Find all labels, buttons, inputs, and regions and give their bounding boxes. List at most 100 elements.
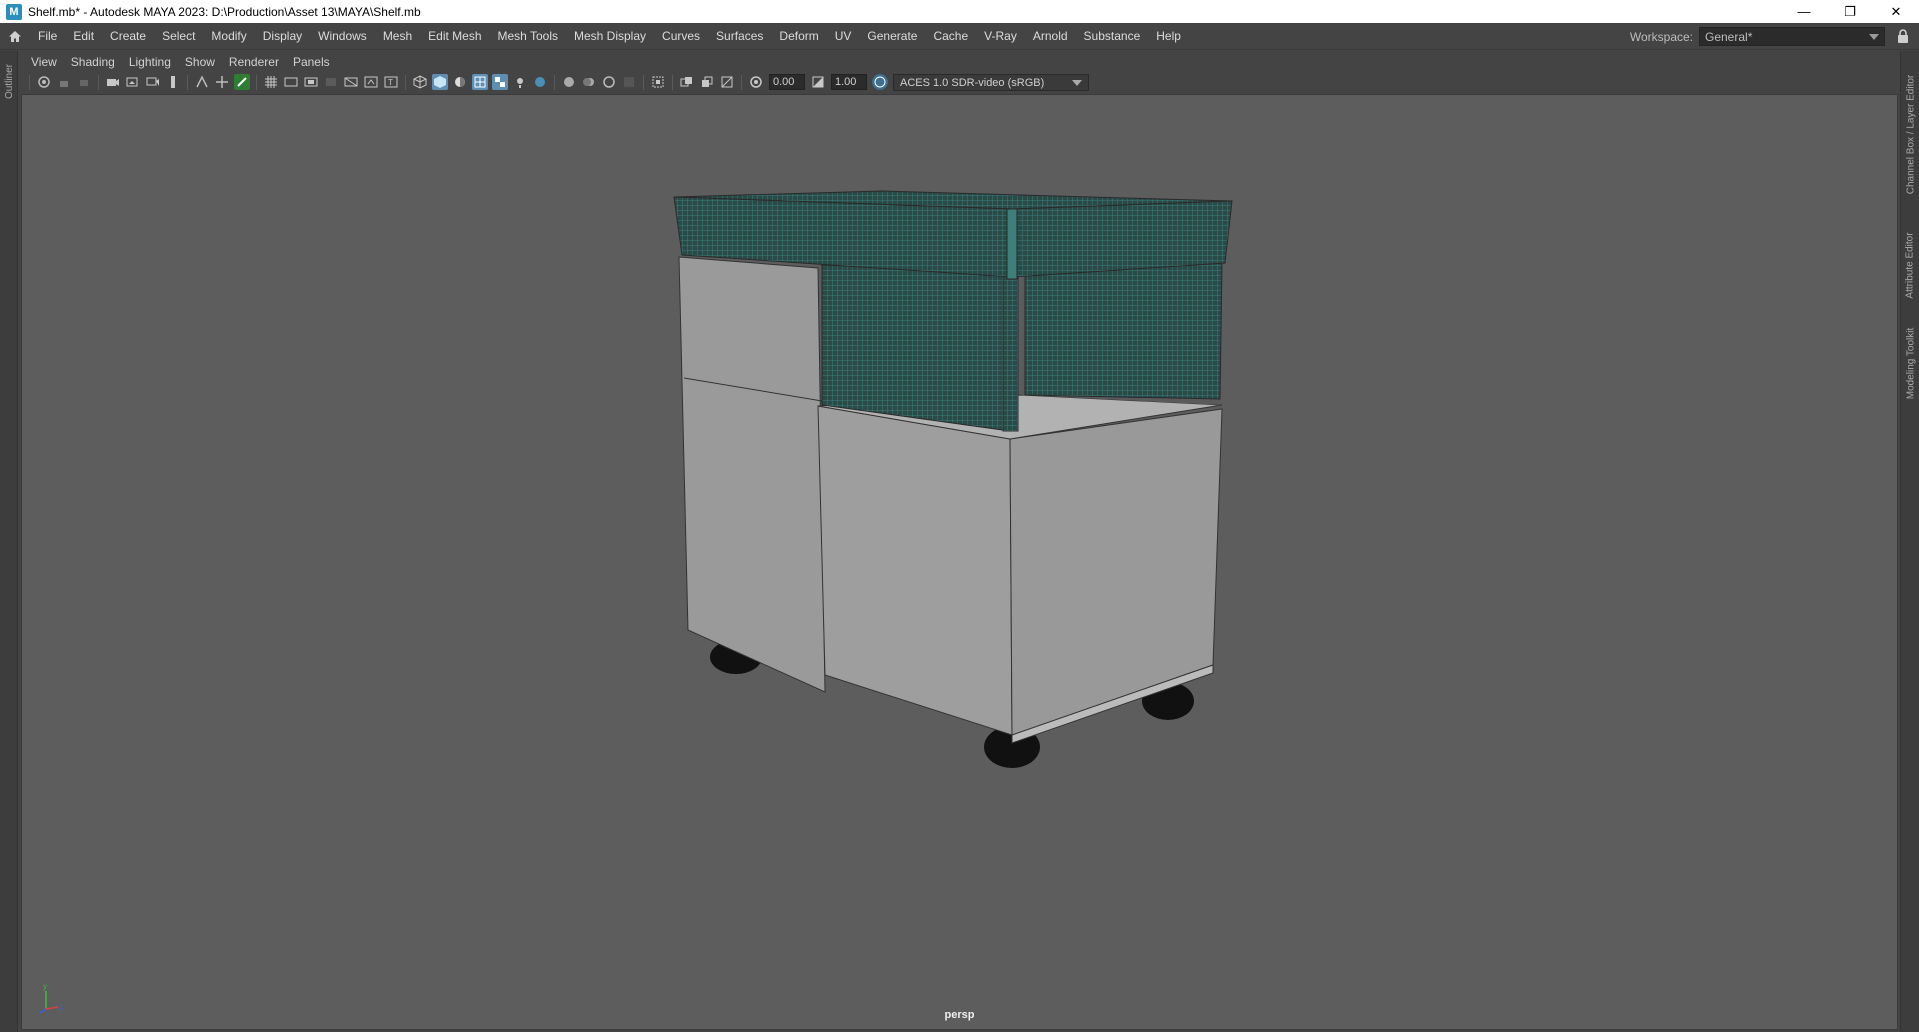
safe-title-icon[interactable]: T [383, 74, 399, 90]
title-bar: M Shelf.mb* - Autodesk MAYA 2023: D:\Pro… [0, 0, 1919, 23]
default-material-icon[interactable] [452, 74, 468, 90]
exposure-icon[interactable] [748, 74, 764, 90]
tab-attribute-editor[interactable]: Attribute Editor [1902, 221, 1919, 309]
wireframe-icon[interactable] [412, 74, 428, 90]
menu-deform[interactable]: Deform [771, 23, 826, 50]
textured-icon[interactable] [492, 74, 508, 90]
gate-mask-icon[interactable] [323, 74, 339, 90]
resolution-gate-icon[interactable] [303, 74, 319, 90]
window-title: Shelf.mb* - Autodesk MAYA 2023: D:\Produ… [28, 4, 421, 19]
view-transform-value: ACES 1.0 SDR-video (sRGB) [900, 76, 1045, 89]
view-transform-dropdown[interactable]: ACES 1.0 SDR-video (sRGB) [893, 73, 1089, 91]
toolbar-separator [256, 74, 257, 90]
lock-icon[interactable] [1897, 29, 1911, 45]
panel-menu-panels[interactable]: Panels [286, 55, 337, 69]
lock-camera-icon[interactable] [56, 74, 72, 90]
camera-name-label: persp [944, 1009, 975, 1021]
menu-file[interactable]: File [30, 23, 65, 50]
gamma-icon[interactable] [810, 74, 826, 90]
exposure-field[interactable]: 0.00 [769, 74, 805, 90]
menu-mesh[interactable]: Mesh [375, 23, 420, 50]
screen-space-ao-icon[interactable] [561, 74, 577, 90]
motion-blur-icon[interactable] [581, 74, 597, 90]
color-management-icon[interactable] [872, 74, 888, 90]
toolbar-separator [98, 74, 99, 90]
shelf-model[interactable] [22, 95, 1898, 1030]
toolbar-separator [672, 74, 673, 90]
toolbar-separator [405, 74, 406, 90]
menu-create[interactable]: Create [102, 23, 154, 50]
menu-cache[interactable]: Cache [925, 23, 976, 50]
menu-arnold[interactable]: Arnold [1025, 23, 1076, 50]
minimize-button[interactable]: — [1781, 0, 1827, 23]
menu-generate[interactable]: Generate [859, 23, 925, 50]
restore-button[interactable]: ❐ [1827, 0, 1873, 23]
close-button[interactable]: ✕ [1873, 0, 1919, 23]
anti-aliasing-icon[interactable] [601, 74, 617, 90]
window-controls: — ❐ ✕ [1781, 0, 1919, 23]
field-chart-icon[interactable] [343, 74, 359, 90]
panel-menu-bar: View Shading Lighting Show Renderer Pane… [19, 51, 1900, 72]
shadows-icon[interactable] [532, 74, 548, 90]
menu-windows[interactable]: Windows [310, 23, 375, 50]
wireframe-on-shaded-icon[interactable] [472, 74, 488, 90]
toolbar-separator [741, 74, 742, 90]
maya-logo-icon: M [6, 3, 22, 20]
panel-toolbar: T 0.00 1.00 ACES 1.0 SDR-video (sRGB) [19, 72, 1900, 92]
toolbar-separator [187, 74, 188, 90]
right-side-panel: Channel Box / Layer Editor Attribute Edi… [1900, 51, 1919, 1032]
menu-surfaces[interactable]: Surfaces [708, 23, 771, 50]
snap-icon[interactable] [194, 74, 210, 90]
film-gate-icon[interactable] [283, 74, 299, 90]
grease-pencil-icon[interactable] [165, 74, 181, 90]
workspace-dropdown[interactable]: General* [1699, 27, 1885, 46]
panel-menu-show[interactable]: Show [178, 55, 222, 69]
menu-edit[interactable]: Edit [65, 23, 102, 50]
toolbar-separator [29, 74, 30, 90]
tab-outliner[interactable]: Outliner [1, 57, 17, 105]
xray-components-icon[interactable] [719, 74, 735, 90]
menu-curves[interactable]: Curves [654, 23, 708, 50]
pen-tool-icon[interactable] [234, 74, 250, 90]
xray-joints-icon[interactable] [699, 74, 715, 90]
2d-pan-zoom-icon[interactable] [145, 74, 161, 90]
select-camera-icon[interactable] [36, 74, 52, 90]
depth-of-field-icon[interactable] [621, 74, 637, 90]
tab-modeling-toolkit[interactable]: Modeling Toolkit [1902, 319, 1919, 407]
chevron-down-icon [1072, 79, 1082, 86]
xray-icon[interactable] [679, 74, 695, 90]
move-tool-icon[interactable] [214, 74, 230, 90]
panel-menu-renderer[interactable]: Renderer [222, 55, 286, 69]
svg-text:y: y [43, 982, 47, 991]
tab-channel-box[interactable]: Channel Box / Layer Editor [1902, 59, 1919, 209]
menu-mesh-tools[interactable]: Mesh Tools [490, 23, 566, 50]
main-menu-bar: File Edit Create Select Modify Display W… [0, 23, 1919, 50]
chevron-down-icon [1869, 34, 1879, 40]
use-all-lights-icon[interactable] [512, 74, 528, 90]
smooth-shade-icon[interactable] [432, 74, 448, 90]
workspace-selector: Workspace: General* [1630, 27, 1885, 46]
grid-icon[interactable] [263, 74, 279, 90]
menu-display[interactable]: Display [255, 23, 310, 50]
menu-vray[interactable]: V-Ray [976, 23, 1025, 50]
safe-action-icon[interactable] [363, 74, 379, 90]
gamma-field[interactable]: 1.00 [831, 74, 867, 90]
menu-uv[interactable]: UV [827, 23, 860, 50]
home-icon[interactable] [0, 23, 30, 50]
menu-help[interactable]: Help [1148, 23, 1189, 50]
workspace-label: Workspace: [1629, 29, 1693, 44]
panel-menu-shading[interactable]: Shading [64, 55, 122, 69]
menu-select[interactable]: Select [154, 23, 203, 50]
menu-edit-mesh[interactable]: Edit Mesh [420, 23, 489, 50]
panel-menu-lighting[interactable]: Lighting [122, 55, 178, 69]
menu-modify[interactable]: Modify [203, 23, 254, 50]
image-plane-icon[interactable] [125, 74, 141, 90]
menu-substance[interactable]: Substance [1076, 23, 1149, 50]
isolate-select-icon[interactable] [650, 74, 666, 90]
menu-mesh-display[interactable]: Mesh Display [566, 23, 654, 50]
panel-menu-view[interactable]: View [19, 55, 64, 69]
camera-attributes-icon[interactable] [76, 74, 92, 90]
toolbar-separator [554, 74, 555, 90]
viewport-persp[interactable]: y z persp [21, 94, 1898, 1030]
bookmark-camera-icon[interactable] [105, 74, 121, 90]
